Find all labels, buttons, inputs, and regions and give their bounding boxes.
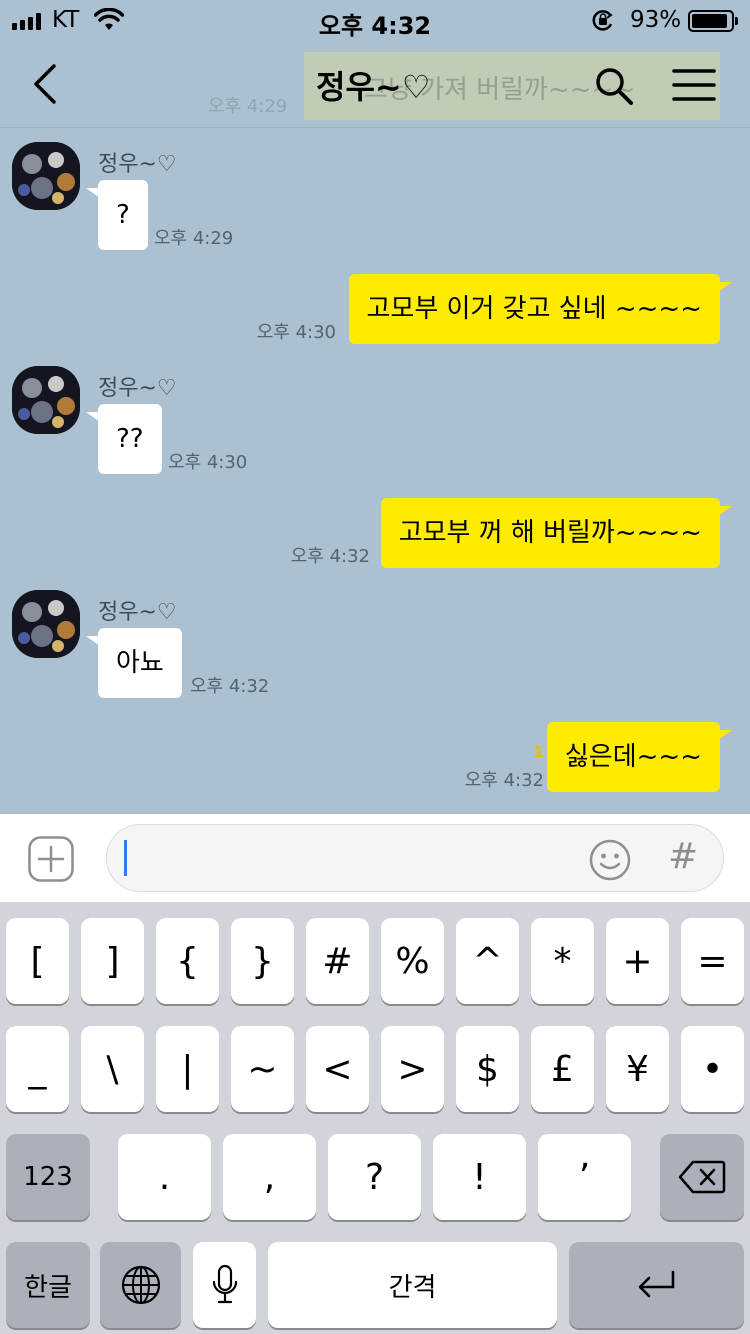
message-time: 오후 4:30 <box>168 452 248 473</box>
menu-button[interactable] <box>672 68 716 102</box>
unread-count: 1 <box>532 742 544 761</box>
key-bullet[interactable]: • <box>681 1026 744 1112</box>
message-time: 오후 4:30 <box>256 322 336 343</box>
incoming-message-bubble[interactable]: ? <box>86 180 148 250</box>
key-pound[interactable]: £ <box>531 1026 594 1112</box>
hashtag-search-button[interactable]: # <box>668 836 698 877</box>
globe-key[interactable] <box>100 1242 181 1328</box>
avatar-image-icon <box>12 142 80 210</box>
contact-avatar[interactable] <box>12 142 80 210</box>
message-sender: 정우~♡ <box>98 152 177 177</box>
battery-percent: 93% <box>630 7 682 33</box>
key-exclamation[interactable]: ! <box>433 1134 526 1220</box>
message-text: ?? <box>116 424 144 454</box>
message-text: 아뇨 <box>116 648 164 678</box>
keyboard: [ ] { } # % ^ * + = _ \ | ~ < > $ £ ¥ • … <box>0 902 750 1334</box>
key-numbers[interactable]: 123 <box>6 1134 90 1220</box>
incoming-message-bubble[interactable]: 아뇨 <box>86 628 182 698</box>
message-sender: 정우~♡ <box>98 600 177 625</box>
avatar-image-icon <box>12 590 80 658</box>
key-underscore[interactable]: _ <box>6 1026 69 1112</box>
key-period[interactable]: . <box>118 1134 211 1220</box>
outgoing-message-bubble[interactable]: 고모부 꺼 해 버릴까~~~~ <box>380 498 733 568</box>
message-time: 오후 4:32 <box>290 546 370 567</box>
contact-avatar[interactable] <box>12 366 80 434</box>
key-comma[interactable]: , <box>223 1134 316 1220</box>
message-text: ? <box>116 200 130 230</box>
key-language-korean[interactable]: 한글 <box>6 1242 90 1328</box>
key-tilde[interactable]: ~ <box>231 1026 294 1112</box>
key-yen[interactable]: ¥ <box>606 1026 669 1112</box>
battery-icon <box>688 10 738 32</box>
globe-icon <box>121 1265 160 1305</box>
message-text: 고모부 꺼 해 버릴까~~~~ <box>398 518 702 548</box>
key-asterisk[interactable]: * <box>531 918 594 1004</box>
key-open-brace[interactable]: { <box>156 918 219 1004</box>
status-bar: KT 오후 4:32 93% <box>0 0 750 40</box>
key-apostrophe[interactable]: ’ <box>538 1134 631 1220</box>
ghost-message-time: 오후 4:29 <box>208 96 288 117</box>
chat-title: 정우~♡ <box>316 68 431 106</box>
message-time: 오후 4:32 <box>464 770 544 791</box>
return-icon <box>638 1270 674 1298</box>
key-greater-than[interactable]: > <box>381 1026 444 1112</box>
key-less-than[interactable]: < <box>306 1026 369 1112</box>
outgoing-message-bubble[interactable]: 싫은데~~~ <box>546 722 733 792</box>
key-open-bracket[interactable]: [ <box>6 918 69 1004</box>
key-pipe[interactable]: | <box>156 1026 219 1112</box>
rotation-lock-icon <box>592 10 613 31</box>
message-text: 고모부 이거 갖고 싶네 ~~~~ <box>366 294 702 324</box>
chat-header: 그냥 가져 버릴까~~~~ 오후 4:29 정우~♡ <box>0 40 750 128</box>
message-text: 싫은데~~~ <box>564 742 702 772</box>
message-time: 오후 4:29 <box>154 228 234 249</box>
key-percent[interactable]: % <box>381 918 444 1004</box>
key-hash[interactable]: # <box>306 918 369 1004</box>
key-caret[interactable]: ^ <box>456 918 519 1004</box>
message-sender: 정우~♡ <box>98 376 177 401</box>
outgoing-message-bubble[interactable]: 고모부 이거 갖고 싶네 ~~~~ <box>348 274 733 344</box>
text-caret <box>124 840 127 876</box>
microphone-icon <box>212 1264 237 1304</box>
back-button[interactable] <box>26 62 66 106</box>
search-button[interactable] <box>594 66 634 106</box>
key-close-bracket[interactable]: ] <box>81 918 144 1004</box>
key-plus[interactable]: + <box>606 918 669 1004</box>
avatar-image-icon <box>12 366 80 434</box>
key-backslash[interactable]: \ <box>81 1026 144 1112</box>
key-question[interactable]: ? <box>328 1134 421 1220</box>
emoticon-button[interactable] <box>588 838 632 882</box>
backspace-key[interactable] <box>660 1134 744 1220</box>
add-attachment-button[interactable] <box>28 836 74 882</box>
contact-avatar[interactable] <box>12 590 80 658</box>
key-equals[interactable]: = <box>681 918 744 1004</box>
key-dollar[interactable]: $ <box>456 1026 519 1112</box>
backspace-icon <box>678 1160 726 1194</box>
dictation-key[interactable] <box>193 1242 256 1328</box>
space-key[interactable]: 간격 <box>268 1242 557 1328</box>
return-key[interactable] <box>569 1242 744 1328</box>
message-time: 오후 4:32 <box>190 676 270 697</box>
incoming-message-bubble[interactable]: ?? <box>86 404 162 474</box>
key-close-brace[interactable]: } <box>231 918 294 1004</box>
